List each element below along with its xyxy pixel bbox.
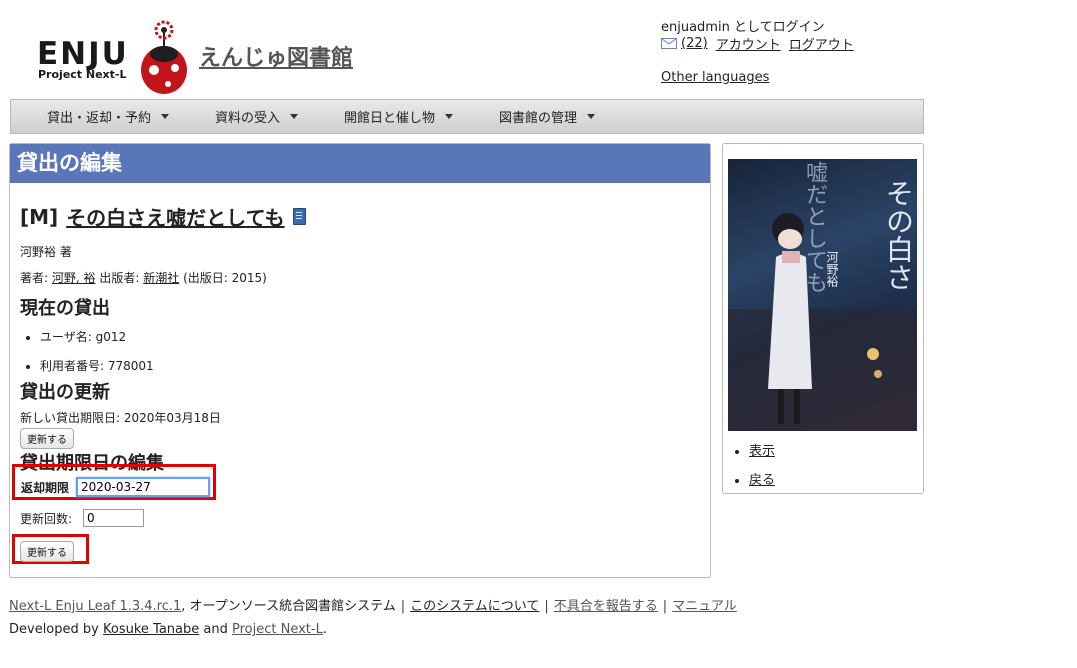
nav-item-label: 図書館の管理 <box>499 111 578 126</box>
login-status: enjuadmin としてログイン <box>661 20 825 35</box>
renew-count-label: 更新回数: <box>20 512 73 526</box>
caret-down-icon <box>290 114 299 119</box>
and-text: and <box>203 622 228 637</box>
nav-item-circulation[interactable]: 貸出・返却・予約 <box>47 107 170 126</box>
list-item: 戻る <box>749 469 775 488</box>
renew-count-input[interactable] <box>83 509 144 527</box>
renew-button[interactable]: 更新する <box>20 428 74 449</box>
developed-by-text: Developed by <box>9 622 99 637</box>
renew-heading: 貸出の更新 <box>20 382 110 403</box>
page-title: 貸出の編集 <box>10 144 710 183</box>
book-title-link[interactable]: その白さえ嘘だとしても <box>66 202 284 231</box>
current-checkout-heading: 現在の貸出 <box>20 298 110 319</box>
period-text: . <box>322 622 327 637</box>
nav-item-acquisition[interactable]: 資料の受入 <box>215 107 299 126</box>
show-link[interactable]: 表示 <box>749 444 775 459</box>
publisher-link[interactable]: 新潮社 <box>143 271 179 285</box>
due-date-input[interactable] <box>76 477 210 497</box>
list-item: 表示 <box>749 440 775 459</box>
site-title-link[interactable]: えんじゅ図書館 <box>199 40 353 72</box>
nav-item-admin[interactable]: 図書館の管理 <box>499 107 596 126</box>
message-count-link[interactable]: (22) <box>681 36 708 51</box>
caret-down-icon <box>587 114 596 119</box>
report-bug-link[interactable]: 不具合を報告する <box>554 599 658 614</box>
material-type-label: [M] <box>20 204 59 229</box>
update-button[interactable]: 更新する <box>20 541 74 562</box>
nav-item-label: 貸出・返却・予約 <box>47 111 152 126</box>
back-link[interactable]: 戻る <box>749 473 775 488</box>
update-button-highlight: 更新する <box>12 534 89 564</box>
account-link[interactable]: アカウント <box>716 34 781 53</box>
manual-link[interactable]: マニュアル <box>672 599 737 614</box>
side-links: 表示 戻る <box>731 440 775 498</box>
publisher-label: 出版者: <box>99 271 140 285</box>
pub-date: (出版日: 2015) <box>183 271 267 285</box>
project-link[interactable]: Project Next-L <box>232 622 323 637</box>
author-statement: 河野裕 著 <box>20 245 72 259</box>
creator-label: 著者: <box>20 271 49 285</box>
list-item: 利用者番号: 778001 <box>40 357 154 374</box>
logo-wordmark: ENJU <box>37 36 129 72</box>
cover-title-text: その白さ <box>882 179 915 291</box>
developer-link[interactable]: Kosuke Tanabe <box>103 622 199 637</box>
cover-author-text: 河野裕 <box>825 251 839 287</box>
mail-icon[interactable] <box>661 38 677 49</box>
creator-link[interactable]: 河野, 裕 <box>52 271 96 285</box>
new-due-date: 新しい貸出期限日: 2020年03月18日 <box>20 411 221 425</box>
footer-links: Next-L Enju Leaf 1.3.4.rc.1, オープンソース統合図書… <box>9 595 737 614</box>
main-panel: 貸出の編集 [M] その白さえ嘘だとしても 河野裕 著 著者: 河野, 裕 出版… <box>9 143 711 578</box>
list-item: ユーザ名: g012 <box>40 328 154 345</box>
nav-item-events[interactable]: 開館日と催し物 <box>344 107 454 126</box>
separator: | <box>544 599 549 614</box>
due-date-highlight: 返却期限 <box>12 464 216 500</box>
logo-subtitle: Project Next-L <box>38 68 127 81</box>
account-links: (22) アカウント ログアウト <box>661 34 858 53</box>
caret-down-icon <box>445 114 454 119</box>
product-description: , オープンソース統合図書館システム <box>181 599 396 614</box>
separator: | <box>400 599 406 614</box>
footer-credits: Developed by Kosuke Tanabe and Project N… <box>9 622 327 637</box>
main-navbar: 貸出・返却・予約 資料の受入 開館日と催し物 図書館の管理 <box>10 99 924 134</box>
side-panel: その白さ 嘘だとしても 河野裕 表示 戻る <box>722 143 924 494</box>
book-cover-image[interactable]: その白さ 嘘だとしても 河野裕 <box>728 159 917 431</box>
due-date-label: 返却期限 <box>21 481 70 495</box>
nav-item-label: 資料の受入 <box>215 111 281 126</box>
logout-link[interactable]: ログアウト <box>789 34 854 53</box>
product-link[interactable]: Next-L Enju Leaf 1.3.4.rc.1 <box>9 599 181 614</box>
bibliographic-line: 著者: 河野, 裕 出版者: 新潮社 (出版日: 2015) <box>20 269 267 286</box>
nav-item-label: 開館日と催し物 <box>344 111 436 126</box>
caret-down-icon <box>161 114 170 119</box>
book-title: [M] その白さえ嘘だとしても <box>20 202 306 231</box>
other-languages-link[interactable]: Other languages <box>661 70 769 85</box>
book-icon <box>292 208 306 225</box>
about-link[interactable]: このシステムについて <box>410 599 539 614</box>
separator: | <box>662 599 668 614</box>
